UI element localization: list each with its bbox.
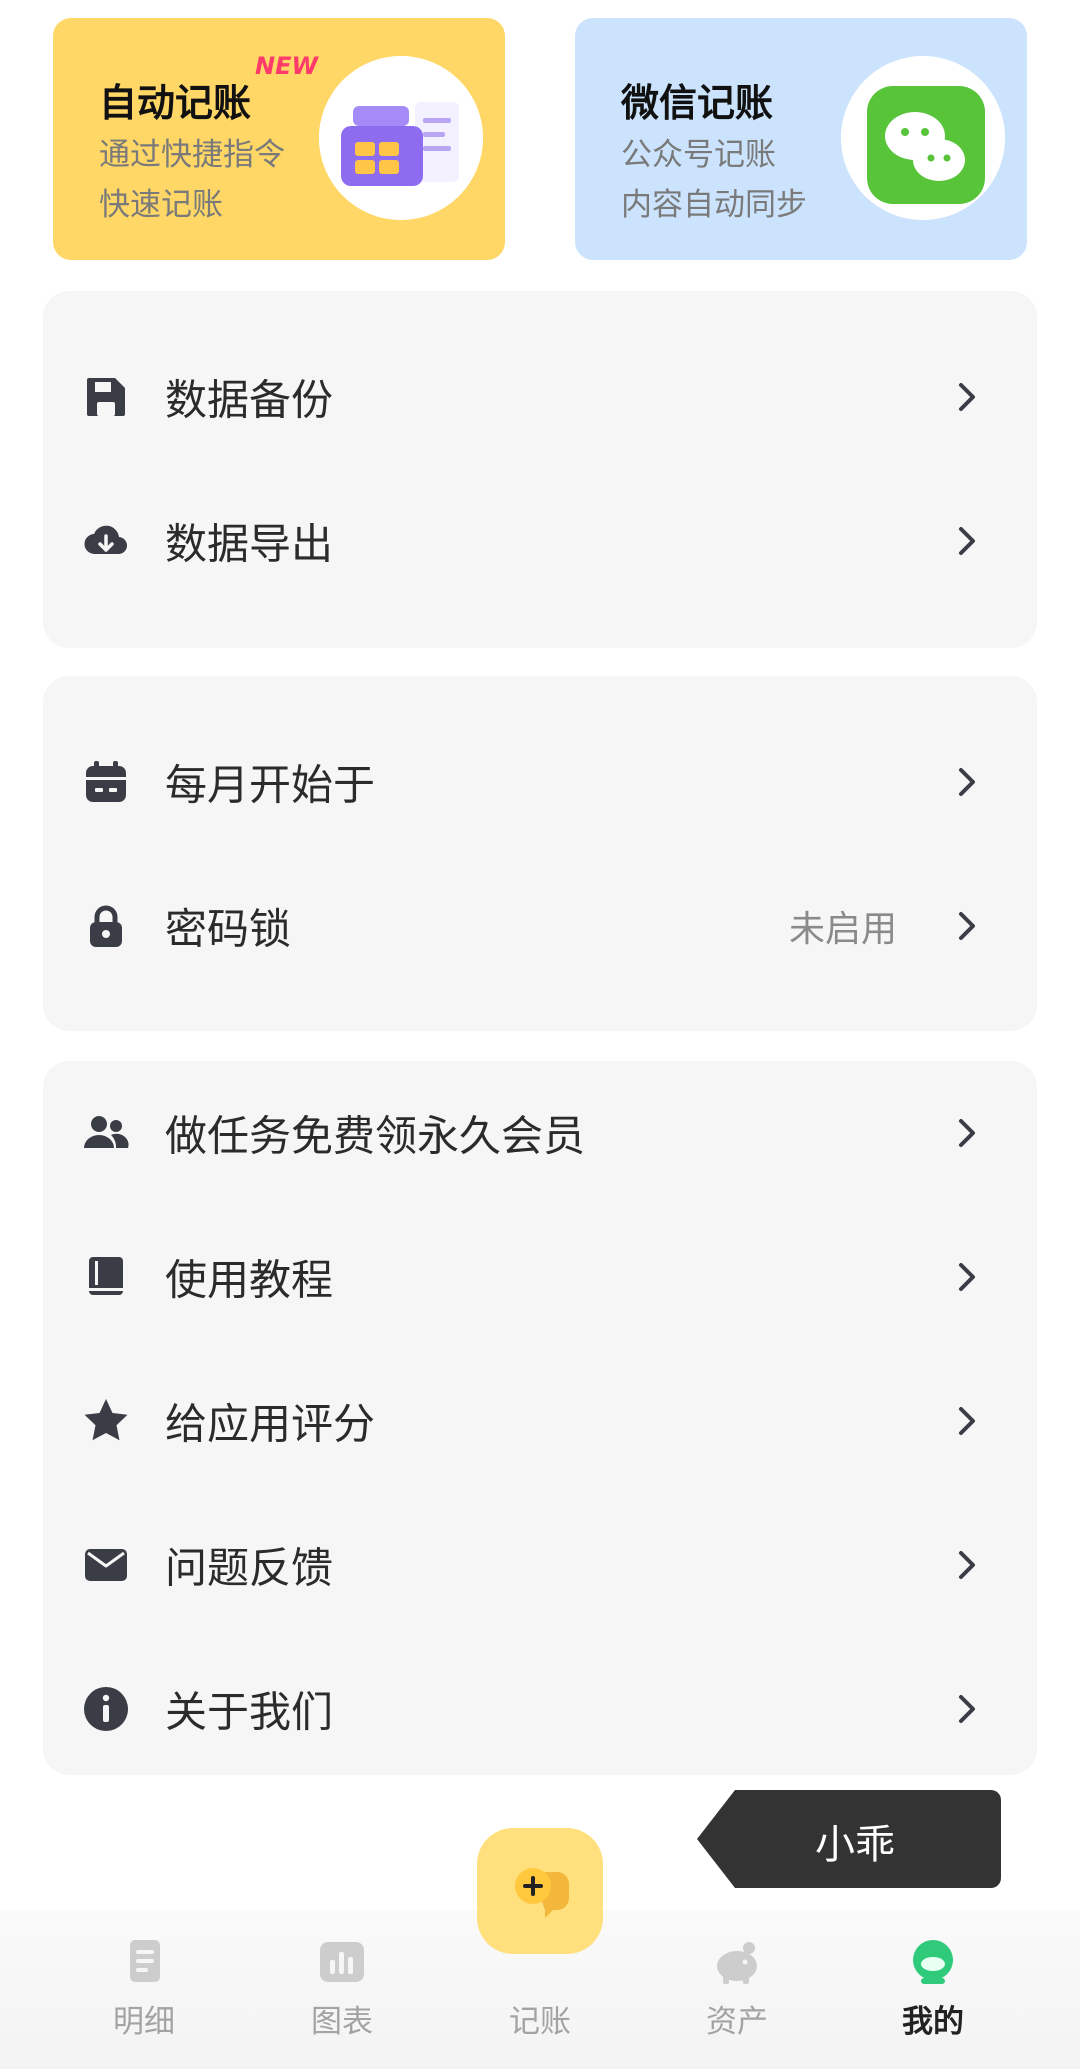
row-label: 数据导出 (165, 519, 334, 569)
row-label: 每月开始于 (165, 760, 376, 810)
wechat-subtitle-line2: 内容自动同步 (621, 187, 807, 223)
chevron-right-icon (959, 1695, 975, 1723)
mail-icon (85, 1549, 127, 1581)
row-label: 做任务免费领永久会员 (165, 1111, 586, 1161)
auto-bookkeeping-card[interactable]: 自动记账 NEW 通过快捷指令 快速记账 (53, 18, 505, 260)
auto-bookkeeping-subtitle: 通过快捷指令 快速记账 (99, 130, 285, 230)
nav-label: 我的 (902, 2004, 964, 2040)
chevron-right-icon (959, 1119, 975, 1147)
auto-bookkeeping-title: 自动记账 (99, 81, 252, 125)
cloud-download-icon (84, 525, 128, 555)
nav-label: 图表 (311, 2004, 373, 2040)
row-about-us[interactable]: 关于我们 (43, 1637, 1037, 1781)
auto-subtitle-line1: 通过快捷指令 (99, 137, 285, 173)
users-icon (84, 1116, 129, 1148)
nav-label: 记账 (509, 2004, 571, 2040)
lock-status-value: 未启用 (788, 909, 897, 950)
nav-item-details[interactable]: 明细 (64, 1934, 224, 2044)
row-tutorial[interactable]: 使用教程 (43, 1205, 1037, 1349)
data-group: 数据备份 数据导出 (43, 291, 1037, 648)
tooltip-text: 小乖 (815, 1822, 895, 1868)
info-icon (84, 1687, 128, 1731)
row-label: 问题反馈 (165, 1543, 334, 1593)
piggy-bank-icon (717, 1942, 757, 1984)
wechat-bookkeeping-subtitle: 公众号记账 内容自动同步 (621, 130, 807, 230)
chart-icon (320, 1942, 364, 1982)
row-label: 使用教程 (165, 1255, 334, 1305)
cash-register-illustration (319, 56, 483, 220)
row-free-membership-tasks[interactable]: 做任务免费领永久会员 (43, 1061, 1037, 1205)
chevron-right-icon (959, 1551, 975, 1579)
lock-icon (90, 905, 122, 947)
wechat-bookkeeping-card[interactable]: 微信记账 公众号记账 内容自动同步 (575, 18, 1027, 260)
chevron-right-icon (959, 912, 975, 940)
add-record-button[interactable] (477, 1828, 603, 1954)
auto-subtitle-line2: 快速记账 (99, 187, 223, 223)
mascot-tooltip: 小乖 (695, 1790, 1003, 1890)
row-data-export[interactable]: 数据导出 (43, 469, 1037, 613)
row-data-backup[interactable]: 数据备份 (43, 325, 1037, 469)
nav-item-me[interactable]: 我的 (853, 1934, 1013, 2044)
calendar-icon (86, 761, 126, 802)
save-icon (87, 378, 125, 416)
row-password-lock[interactable]: 密码锁 未启用 (43, 854, 1037, 998)
wechat-bookkeeping-title: 微信记账 (621, 81, 774, 125)
star-icon (84, 1399, 128, 1441)
chevron-right-icon (959, 383, 975, 411)
more-group: 做任务免费领永久会员 使用教程 给应用评分 问题反馈 关于我们 (43, 1061, 1037, 1775)
wechat-subtitle-line1: 公众号记账 (621, 137, 776, 173)
new-badge: NEW (255, 52, 318, 80)
chevron-right-icon (959, 527, 975, 555)
row-rate-app[interactable]: 给应用评分 (43, 1349, 1037, 1493)
chevron-right-icon (959, 768, 975, 796)
add-chat-icon (515, 1868, 569, 1918)
row-label: 密码锁 (165, 904, 292, 954)
nav-label: 明细 (113, 2004, 175, 2040)
row-label: 关于我们 (165, 1687, 334, 1737)
row-month-start[interactable]: 每月开始于 (43, 710, 1037, 854)
row-feedback[interactable]: 问题反馈 (43, 1493, 1037, 1637)
nav-label: 资产 (706, 2004, 768, 2040)
chevron-right-icon (959, 1263, 975, 1291)
settings-group: 每月开始于 密码锁 未启用 (43, 676, 1037, 1031)
chevron-right-icon (959, 1407, 975, 1435)
profile-icon (913, 1940, 953, 1984)
nav-item-charts[interactable]: 图表 (262, 1934, 422, 2044)
row-label: 给应用评分 (165, 1399, 376, 1449)
receipt-icon (130, 1940, 160, 1982)
wechat-logo-illustration (841, 56, 1005, 220)
row-label: 数据备份 (165, 375, 334, 425)
book-icon (89, 1257, 123, 1295)
nav-item-assets[interactable]: 资产 (657, 1934, 817, 2044)
